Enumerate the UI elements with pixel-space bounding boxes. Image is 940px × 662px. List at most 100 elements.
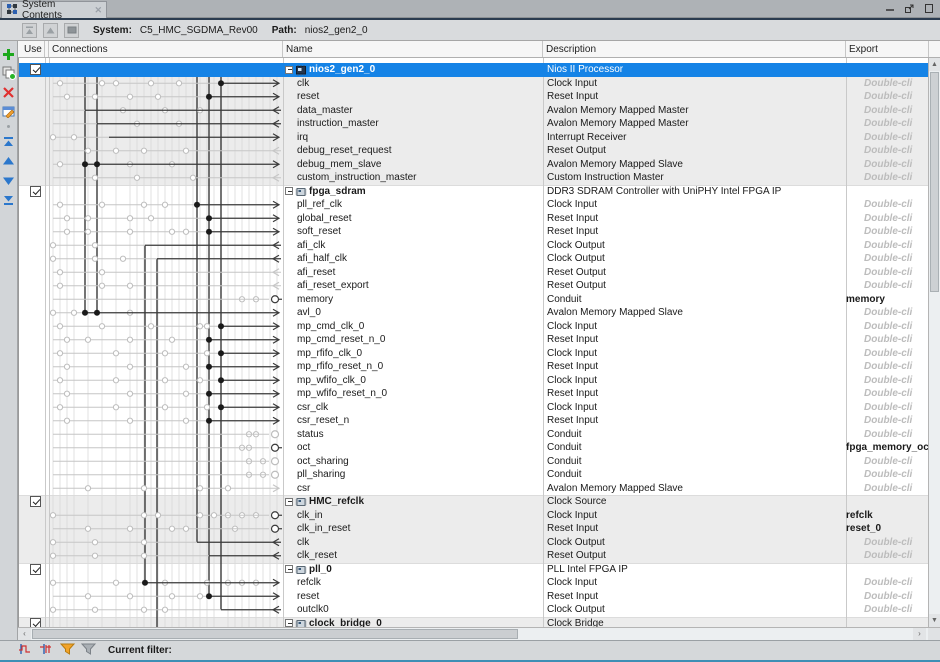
export-cell[interactable]: Double-cli	[864, 428, 928, 442]
port-row[interactable]: custom_instruction_masterCustom Instruct…	[19, 171, 928, 185]
export-cell[interactable]: Double-cli	[864, 590, 928, 604]
timing-icon[interactable]	[39, 643, 54, 658]
export-cell[interactable]: Double-cli	[864, 347, 928, 361]
scroll-right-icon[interactable]: ›	[913, 628, 926, 640]
use-checkbox[interactable]	[30, 564, 41, 575]
port-row[interactable]: mp_wfifo_clk_0Clock InputDouble-cli	[19, 374, 928, 388]
use-checkbox[interactable]	[30, 618, 41, 628]
collapse-icon[interactable]	[285, 66, 293, 74]
add-icon[interactable]	[2, 47, 16, 61]
export-cell[interactable]: Double-cli	[864, 333, 928, 347]
use-checkbox[interactable]	[30, 186, 41, 197]
close-icon[interactable]: ✕	[94, 5, 102, 16]
clear-filter-icon[interactable]	[81, 643, 96, 658]
port-row[interactable]: clkClock InputDouble-cli	[19, 77, 928, 91]
float-button[interactable]	[904, 3, 915, 14]
col-connections[interactable]: Connections	[52, 41, 108, 58]
module-row[interactable]: fpga_sdramDDR3 SDRAM Controller with Uni…	[19, 185, 928, 199]
scroll-up-icon[interactable]: ▲	[929, 58, 940, 71]
col-description[interactable]: Description	[546, 41, 596, 58]
scroll-left-icon[interactable]: ‹	[18, 628, 31, 640]
export-cell[interactable]: Double-cli	[864, 387, 928, 401]
port-row[interactable]: soft_resetReset InputDouble-cli	[19, 225, 928, 239]
maximize-button[interactable]	[924, 3, 934, 14]
export-cell[interactable]: Double-cli	[864, 306, 928, 320]
export-cell[interactable]: Double-cli	[864, 77, 928, 91]
export-cell[interactable]: Double-cli	[864, 225, 928, 239]
port-row[interactable]: pll_ref_clkClock InputDouble-cli	[19, 198, 928, 212]
export-cell[interactable]: Double-cli	[864, 239, 928, 253]
port-row[interactable]: clk_in_resetReset Inputreset_0	[19, 522, 928, 536]
port-row[interactable]: afi_reset_exportReset OutputDouble-cli	[19, 279, 928, 293]
port-row[interactable]: resetReset InputDouble-cli	[19, 90, 928, 104]
export-cell[interactable]: Double-cli	[864, 171, 928, 185]
export-cell[interactable]: Double-cli	[864, 252, 928, 266]
port-row[interactable]: csr_clkClock InputDouble-cli	[19, 401, 928, 415]
port-row[interactable]: csrAvalon Memory Mapped SlaveDouble-cli	[19, 482, 928, 496]
port-row[interactable]: afi_clkClock OutputDouble-cli	[19, 239, 928, 253]
tab-system-contents[interactable]: System Contents ✕	[1, 1, 107, 18]
port-row[interactable]: clk_resetReset OutputDouble-cli	[19, 549, 928, 563]
port-row[interactable]: irqInterrupt ReceiverDouble-cli	[19, 131, 928, 145]
export-cell[interactable]: Double-cli	[864, 158, 928, 172]
port-row[interactable]: refclkClock InputDouble-cli	[19, 576, 928, 590]
port-row[interactable]: clk_inClock Inputrefclk	[19, 509, 928, 523]
export-cell[interactable]: Double-cli	[864, 401, 928, 415]
move-bottom-icon[interactable]	[2, 192, 16, 206]
module-row[interactable]: HMC_refclkClock Source	[19, 495, 928, 509]
export-cell[interactable]: Double-cli	[864, 603, 928, 617]
system-contents-table[interactable]: nios2_gen2_0Nios II ProcessorclkClock In…	[18, 58, 928, 627]
port-row[interactable]: octConduitfpga_memory_oct	[19, 441, 928, 455]
port-row[interactable]: mp_cmd_clk_0Clock InputDouble-cli	[19, 320, 928, 334]
col-export[interactable]: Export	[849, 41, 878, 58]
export-cell[interactable]: Double-cli	[864, 117, 928, 131]
move-top-icon[interactable]	[22, 23, 37, 38]
export-cell[interactable]: reset_0	[846, 522, 928, 536]
port-row[interactable]: afi_resetReset OutputDouble-cli	[19, 266, 928, 280]
port-row[interactable]: debug_reset_requestReset OutputDouble-cl…	[19, 144, 928, 158]
port-row[interactable]: memoryConduitmemory	[19, 293, 928, 307]
export-cell[interactable]: Double-cli	[864, 131, 928, 145]
export-cell[interactable]: Double-cli	[864, 455, 928, 469]
export-cell[interactable]: Double-cli	[864, 549, 928, 563]
horizontal-scroll-thumb[interactable]	[32, 629, 518, 639]
edit-icon[interactable]	[2, 104, 16, 118]
port-row[interactable]: mp_cmd_reset_n_0Reset InputDouble-cli	[19, 333, 928, 347]
export-cell[interactable]: Double-cli	[864, 90, 928, 104]
vertical-scroll-thumb[interactable]	[930, 72, 939, 292]
export-cell[interactable]: Double-cli	[864, 104, 928, 118]
module-row[interactable]: pll_0PLL Intel FPGA IP	[19, 563, 928, 577]
col-use[interactable]: Use	[24, 41, 42, 58]
vertical-scrollbar[interactable]: ▲ ▼	[928, 58, 940, 627]
collapse-icon[interactable]	[285, 619, 293, 627]
move-down-icon[interactable]	[2, 173, 16, 187]
port-row[interactable]: afi_half_clkClock OutputDouble-cli	[19, 252, 928, 266]
port-row[interactable]: data_masterAvalon Memory Mapped MasterDo…	[19, 104, 928, 118]
export-cell[interactable]: refclk	[846, 509, 928, 523]
use-checkbox[interactable]	[30, 64, 41, 75]
horizontal-scrollbar[interactable]: ‹ ›	[18, 627, 940, 640]
move-up-icon[interactable]	[43, 23, 58, 38]
export-cell[interactable]: Double-cli	[864, 266, 928, 280]
minimize-button[interactable]	[885, 3, 895, 13]
port-row[interactable]: pll_sharingConduitDouble-cli	[19, 468, 928, 482]
export-cell[interactable]: Double-cli	[864, 374, 928, 388]
move-up-icon[interactable]	[2, 154, 16, 168]
collapse-icon[interactable]	[285, 187, 293, 195]
export-cell[interactable]: fpga_memory_oct	[846, 441, 928, 455]
port-row[interactable]: mp_rfifo_clk_0Clock InputDouble-cli	[19, 347, 928, 361]
export-cell[interactable]: Double-cli	[864, 144, 928, 158]
module-row[interactable]: clock_bridge_0Clock Bridge	[19, 617, 928, 628]
port-row[interactable]: avl_0Avalon Memory Mapped SlaveDouble-cl…	[19, 306, 928, 320]
port-row[interactable]: outclk0Clock OutputDouble-cli	[19, 603, 928, 617]
port-row[interactable]: oct_sharingConduitDouble-cli	[19, 455, 928, 469]
port-row[interactable]: csr_reset_nReset InputDouble-cli	[19, 414, 928, 428]
port-row[interactable]: debug_mem_slaveAvalon Memory Mapped Slav…	[19, 158, 928, 172]
col-name[interactable]: Name	[286, 41, 313, 58]
filter-icon[interactable]	[60, 643, 75, 658]
system-icon[interactable]	[64, 23, 79, 38]
port-row[interactable]: instruction_masterAvalon Memory Mapped M…	[19, 117, 928, 131]
export-cell[interactable]: Double-cli	[864, 320, 928, 334]
clock-crossing-icon[interactable]	[18, 643, 33, 658]
export-cell[interactable]: memory	[846, 293, 928, 307]
